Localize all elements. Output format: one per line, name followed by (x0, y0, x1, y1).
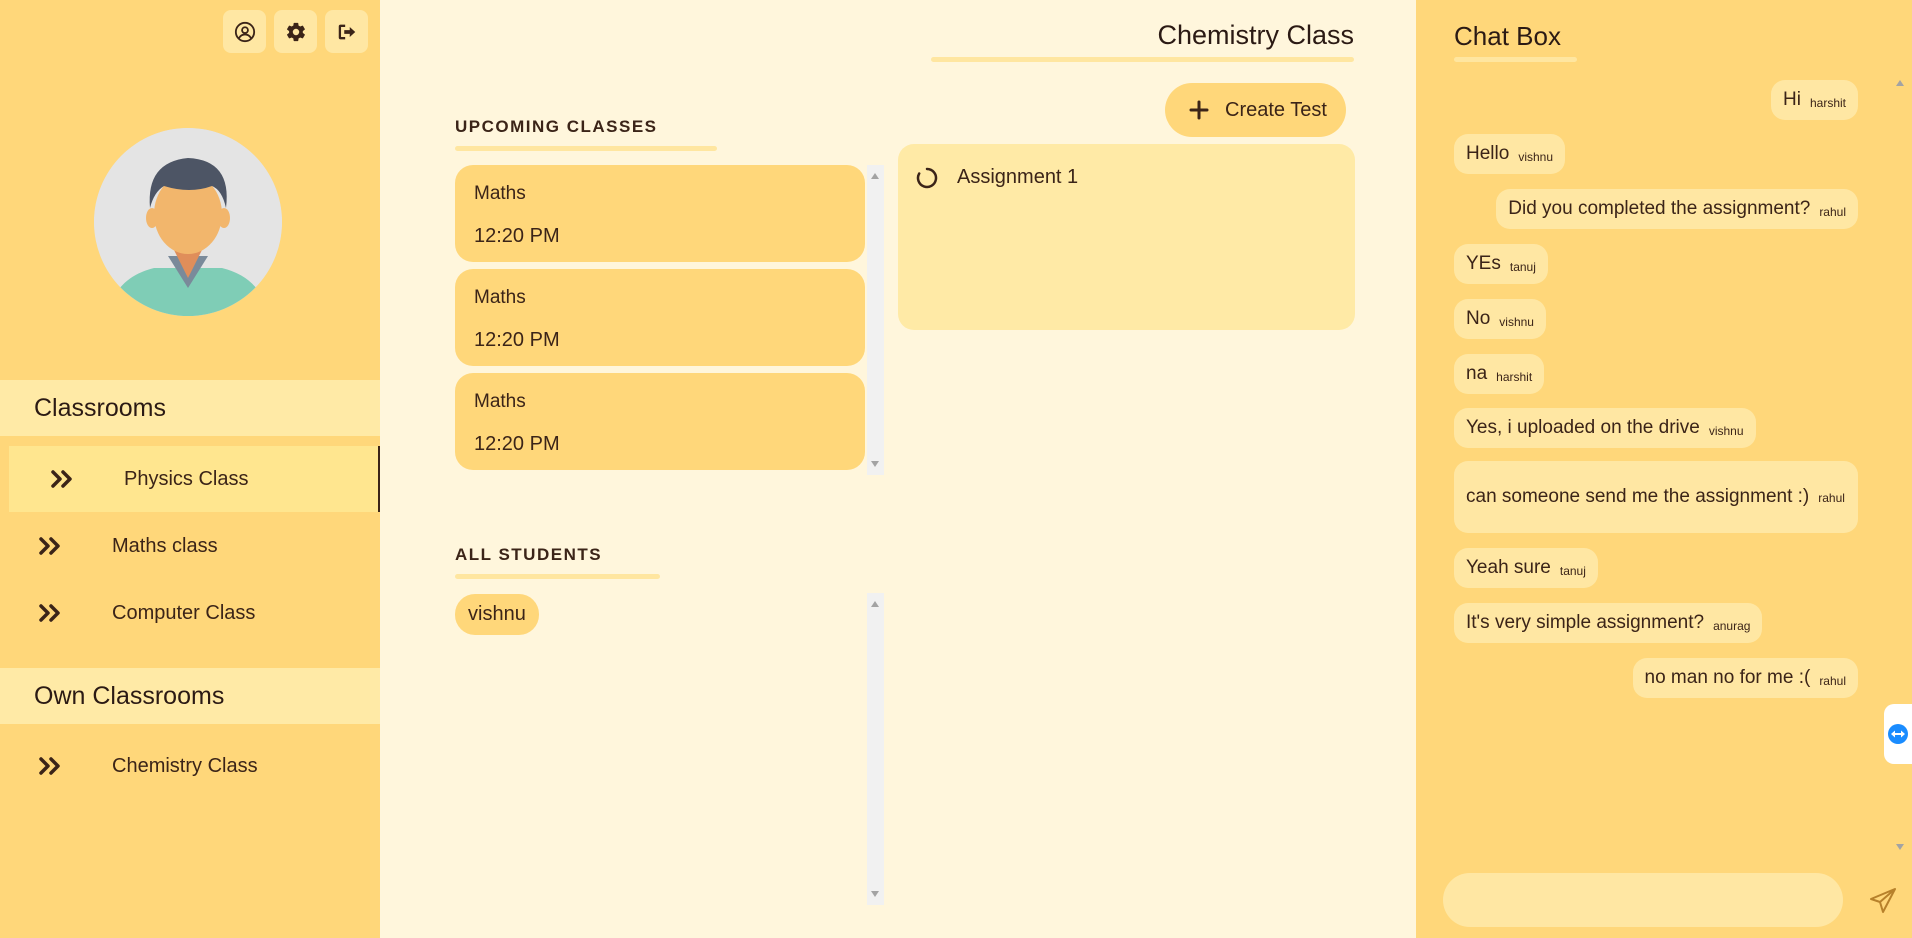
sidebar: Classrooms Physics Class Maths class Com… (0, 0, 380, 938)
message-body: can someone send me the assignment :) rah… (1466, 481, 1845, 514)
sidebar-item-label: Maths class (112, 534, 218, 557)
assignment-label: Assignment 1 (957, 166, 1079, 188)
sidebar-item-label: Computer Class (112, 601, 256, 624)
chat-message: YEs tanuj (1454, 244, 1548, 284)
profile-button[interactable] (223, 10, 266, 53)
message-text: no man no for me :( (1644, 667, 1811, 688)
message-user: anurag (1713, 619, 1751, 633)
all-students-underline (455, 574, 660, 579)
upcoming-class-card[interactable]: Maths 12:20 PM (455, 373, 865, 470)
own-classrooms-header: Own Classrooms (0, 668, 380, 724)
chat-title-underline (1454, 57, 1577, 62)
assignment-item[interactable]: Assignment 1 (916, 166, 1078, 189)
chat-message: Yes, i uploaded on the drive vishnu (1454, 408, 1756, 448)
settings-button[interactable] (274, 10, 317, 53)
avatar (94, 128, 282, 316)
chat-message-input[interactable] (1443, 873, 1843, 927)
chat-message: no man no for me :( rahul (1632, 658, 1858, 698)
sidebar-item-chemistry-class[interactable]: Chemistry Class (0, 733, 380, 799)
chat-message: No vishnu (1454, 299, 1546, 339)
upcoming-classes-title: UPCOMING CLASSES (455, 117, 658, 136)
scroll-up-arrow-icon[interactable] (871, 173, 879, 179)
message-text: Hi (1783, 89, 1801, 110)
double-chevron-right-icon (39, 537, 60, 555)
upcoming-class-card[interactable]: Maths 12:20 PM (455, 269, 865, 366)
sidebar-toolbar (223, 10, 368, 53)
students-scrollbar[interactable] (867, 593, 884, 905)
upcoming-classes-list: Maths 12:20 PM Maths 12:20 PM Maths 12:2… (455, 165, 865, 477)
message-user: tanuj (1509, 260, 1536, 274)
logout-icon (338, 24, 355, 39)
message-user: harshit (1496, 370, 1533, 384)
class-time: 12:20 PM (474, 329, 560, 351)
gear-icon (286, 22, 305, 41)
class-name: Maths (474, 183, 526, 204)
sidebar-item-label: Chemistry Class (112, 754, 258, 777)
message-text: can someone send me the assignment :) (1466, 485, 1810, 507)
message-user: vishnu (1708, 424, 1744, 438)
class-name: Maths (474, 391, 526, 412)
chat-message: can someone send me the assignment :) rah… (1454, 461, 1858, 533)
create-test-label: Create Test (1225, 98, 1327, 121)
message-user: harshit (1809, 96, 1846, 110)
message-text: Yes, i uploaded on the drive (1466, 417, 1700, 438)
message-text: YEs (1466, 253, 1501, 274)
message-text: No (1466, 308, 1491, 329)
class-name: Maths (474, 287, 526, 308)
sidebar-item-physics-class[interactable]: Physics Class (9, 446, 380, 512)
upcoming-classes-scrollbar[interactable] (867, 165, 884, 475)
plus-icon (1189, 100, 1209, 120)
scroll-down-arrow-icon[interactable] (1896, 844, 1904, 850)
sidebar-item-maths-class[interactable]: Maths class (0, 513, 380, 579)
message-user: rahul (1818, 490, 1845, 505)
student-chip[interactable]: vishnu (455, 594, 539, 635)
sidebar-item-computer-class[interactable]: Computer Class (0, 580, 380, 646)
double-chevron-right-icon (39, 604, 60, 622)
all-students-title: ALL STUDENTS (455, 545, 603, 564)
chat-title: Chat Box (1454, 21, 1561, 51)
loading-spinner-icon (916, 167, 938, 188)
message-text: Hello (1466, 143, 1510, 164)
create-test-button[interactable]: Create Test (1165, 83, 1346, 137)
chat-message: Yeah sure tanuj (1454, 548, 1598, 588)
remote-support-widget[interactable] (1884, 704, 1912, 764)
page-title: Chemistry Class (1157, 20, 1354, 50)
message-text: Did you completed the assignment? (1508, 198, 1811, 219)
chat-message: Did you completed the assignment? rahul (1496, 189, 1858, 229)
chat-message: Hi harshit (1771, 80, 1858, 120)
double-chevron-right-icon (51, 470, 72, 488)
send-icon[interactable] (1868, 886, 1898, 916)
message-user: rahul (1819, 674, 1846, 688)
chat-message: Hello vishnu (1454, 134, 1565, 174)
message-user: rahul (1819, 205, 1846, 219)
scroll-up-arrow-icon[interactable] (1896, 80, 1904, 86)
title-underline (931, 57, 1354, 62)
double-chevron-right-icon (39, 757, 60, 775)
class-time: 12:20 PM (474, 433, 560, 455)
message-user: vishnu (1499, 315, 1534, 329)
chat-box: Chat Box Hi harshit Hello vishnu Did you… (1416, 0, 1912, 938)
scroll-down-arrow-icon[interactable] (871, 891, 879, 897)
class-time: 12:20 PM (474, 225, 560, 247)
scroll-down-arrow-icon[interactable] (871, 461, 879, 467)
chat-message: It's very simple assignment? anurag (1454, 603, 1763, 643)
message-text: na (1466, 363, 1488, 384)
upcoming-class-card[interactable]: Maths 12:20 PM (455, 165, 865, 262)
sidebar-item-label: Physics Class (124, 467, 249, 490)
message-text: Yeah sure (1466, 557, 1551, 578)
profile-icon (234, 21, 255, 42)
logout-button[interactable] (325, 10, 368, 53)
assignments-panel: Assignment 1 (898, 144, 1355, 330)
upcoming-classes-underline (455, 146, 717, 151)
remote-support-icon (1888, 724, 1908, 744)
message-user: tanuj (1559, 564, 1586, 578)
message-text: It's very simple assignment? (1466, 612, 1705, 633)
scroll-up-arrow-icon[interactable] (871, 601, 879, 607)
classrooms-header: Classrooms (0, 380, 380, 436)
user-avatar-illustration (94, 128, 282, 316)
chat-message: na harshit (1454, 354, 1545, 394)
message-user: vishnu (1518, 150, 1553, 164)
